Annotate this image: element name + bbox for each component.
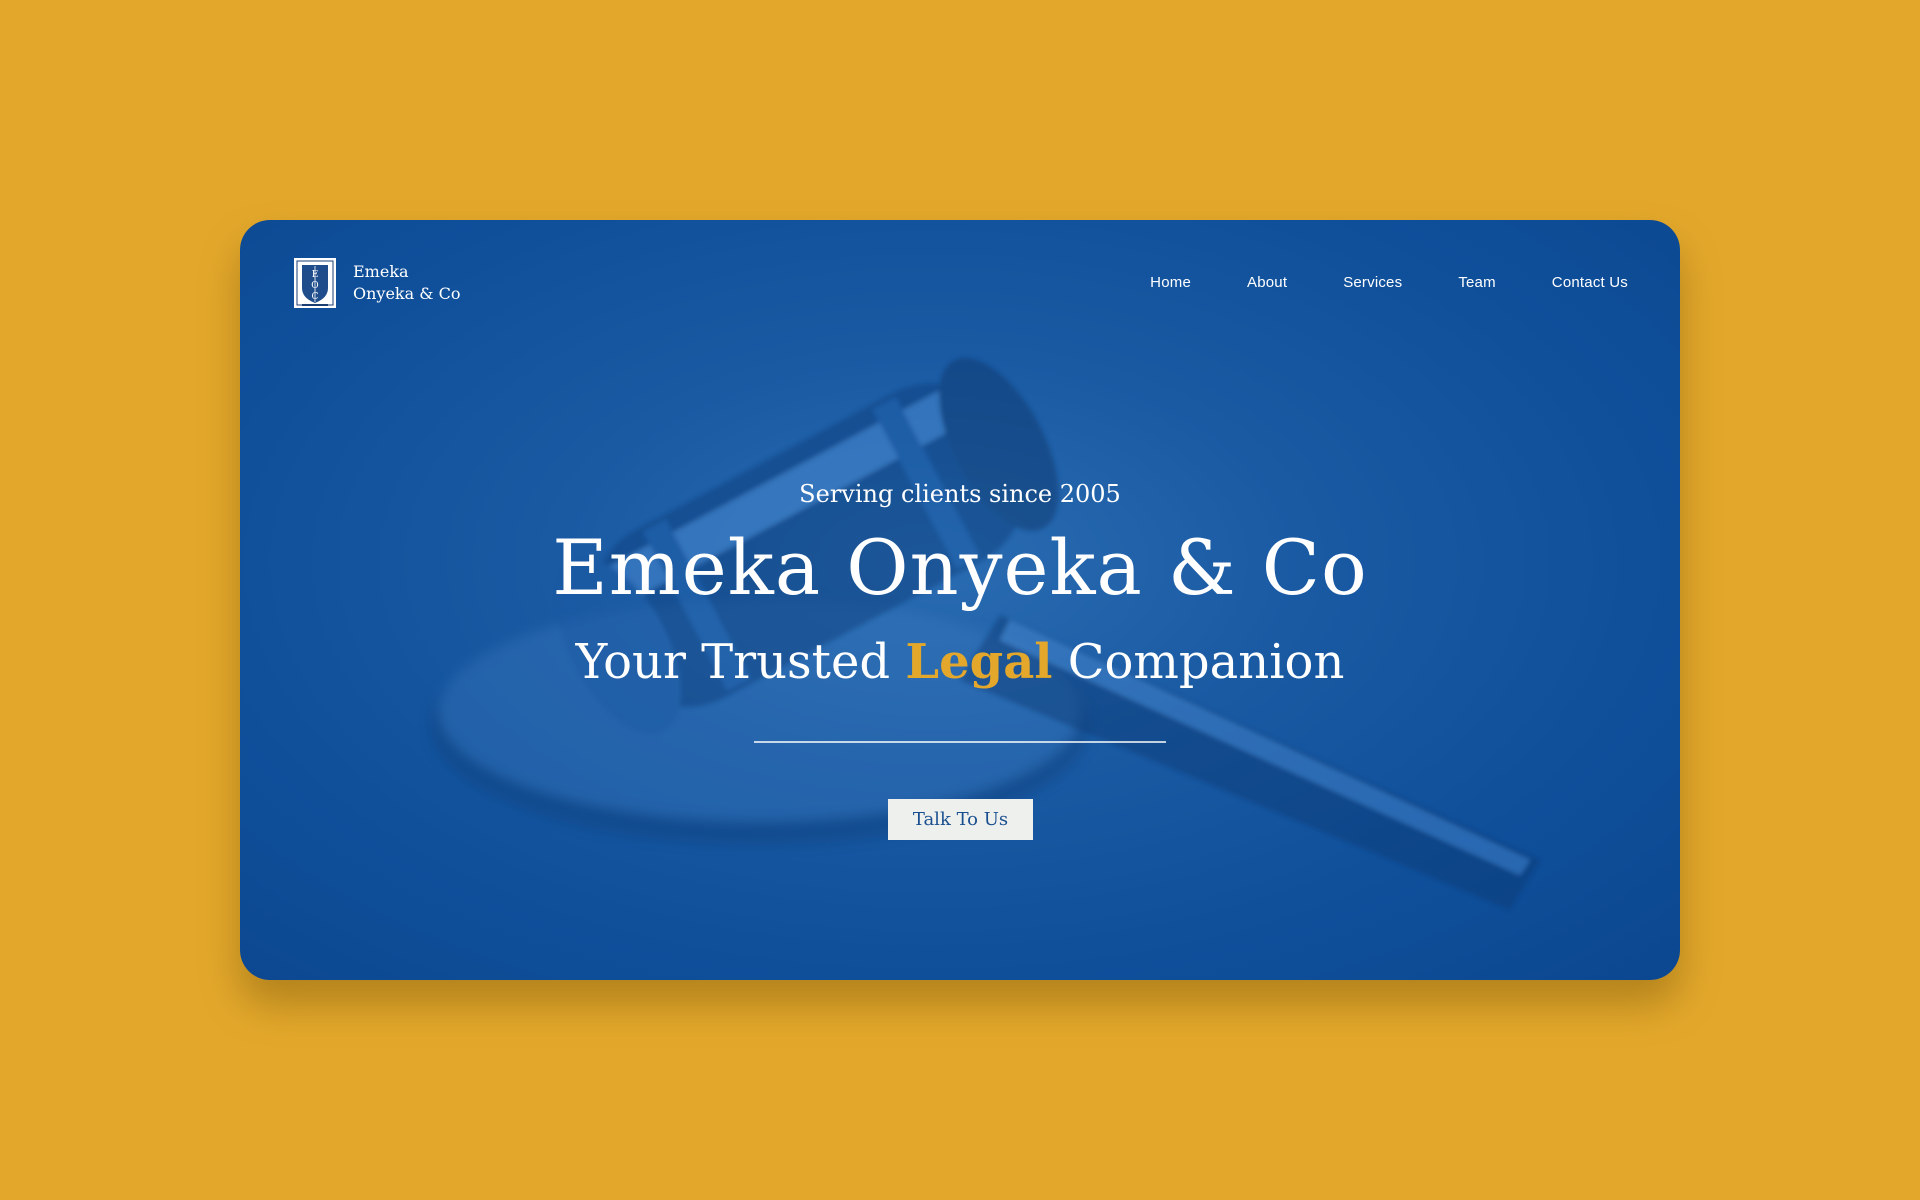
svg-text:E: E	[312, 270, 319, 280]
svg-text:O: O	[311, 281, 318, 291]
nav-team[interactable]: Team	[1458, 274, 1495, 291]
main-nav: Home About Services Team Contact Us	[1094, 274, 1628, 291]
nav-home[interactable]: Home	[1150, 274, 1191, 291]
hero-since-text: Serving clients since 2005	[799, 480, 1121, 508]
tagline-highlight: Legal	[905, 634, 1053, 690]
brand[interactable]: E O C Emeka Onyeka & Co	[294, 258, 460, 308]
hero-title: Emeka Onyeka & Co	[552, 523, 1368, 612]
talk-to-us-button[interactable]: Talk To Us	[888, 799, 1033, 840]
hero-tagline: Your Trusted Legal Companion	[240, 630, 1680, 694]
hero-divider	[754, 741, 1166, 743]
hero-card: E O C Emeka Onyeka & Co Home About Servi…	[240, 220, 1680, 980]
nav-services[interactable]: Services	[1343, 274, 1402, 291]
nav-contact-us[interactable]: Contact Us	[1552, 274, 1628, 291]
brand-name-line1: Emeka	[353, 262, 409, 281]
tagline-before: Your Trusted	[575, 634, 906, 690]
svg-text:C: C	[312, 292, 319, 302]
nav-about[interactable]: About	[1247, 274, 1287, 291]
tagline-after: Companion	[1052, 634, 1345, 690]
brand-name-line2: Onyeka & Co	[353, 284, 461, 303]
brand-name: Emeka Onyeka & Co	[353, 261, 460, 305]
crest-logo-icon: E O C	[294, 258, 336, 308]
